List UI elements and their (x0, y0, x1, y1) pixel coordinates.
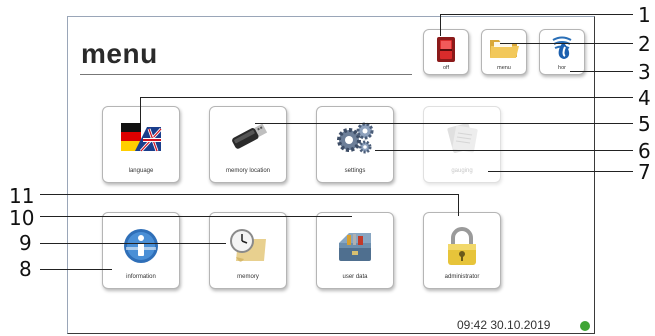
callout-6: 6 (638, 139, 651, 163)
info-icon (124, 229, 158, 263)
clock-scroll-icon (230, 229, 266, 262)
status-datetime: 09:42 30.10.2019 (457, 318, 551, 332)
information-label: information (126, 274, 156, 280)
callout-9: 9 (19, 231, 32, 255)
callout-5: 5 (638, 112, 651, 136)
power-switch-icon (437, 37, 455, 62)
callout-2: 2 (638, 32, 651, 56)
off-button[interactable]: off (423, 29, 469, 75)
memory-location-label: memory location (225, 168, 270, 174)
usb-stick-icon (232, 123, 268, 149)
callout-1-line (440, 14, 633, 15)
callout-4-line (140, 97, 633, 98)
toolbox-icon (339, 233, 371, 261)
callout-8: 8 (19, 257, 32, 281)
settings-tile[interactable]: settings (316, 106, 394, 183)
user-data-tile[interactable]: user data (316, 212, 394, 289)
language-label: language (128, 168, 154, 174)
callout-11-line (40, 194, 458, 195)
administrator-label: administrator (444, 274, 480, 280)
menu-button-label: menu (497, 65, 511, 71)
callout-3-line (570, 71, 633, 72)
title-divider (80, 74, 412, 75)
callout-10: 10 (9, 206, 35, 230)
folder-icon (490, 40, 519, 58)
user-data-label: user data (342, 274, 368, 280)
callout-1-leader (440, 14, 441, 36)
hor-button[interactable]: hor (539, 29, 585, 75)
callout-4-leader (140, 97, 141, 123)
callout-7-line (488, 171, 633, 172)
administrator-tile[interactable]: administrator (423, 212, 501, 289)
menu-button[interactable]: menu (481, 29, 527, 75)
callout-10-line (40, 216, 352, 217)
memory-label: memory (237, 274, 259, 280)
callout-2-line (500, 43, 633, 44)
memory-location-tile[interactable]: memory location (209, 106, 287, 183)
page-title: menu (81, 38, 158, 69)
callout-4: 4 (638, 86, 651, 110)
information-tile[interactable]: information (102, 212, 180, 289)
callout-11-leader (458, 194, 459, 216)
status-indicator (580, 321, 590, 331)
flag-icon (121, 123, 163, 153)
callout-9-line (40, 243, 226, 244)
settings-label: settings (344, 168, 366, 174)
callout-6-line (375, 150, 633, 151)
callout-5-line (255, 123, 633, 124)
padlock-icon (448, 227, 476, 265)
memory-tile[interactable]: memory (209, 212, 287, 289)
callout-8-line (40, 269, 112, 270)
off-button-label: off (442, 65, 449, 71)
language-tile[interactable]: language (102, 106, 180, 183)
water-drop-icon (552, 36, 572, 59)
callout-1: 1 (638, 3, 651, 27)
callout-11: 11 (9, 184, 35, 208)
callout-3: 3 (638, 60, 651, 84)
gears-icon (337, 122, 374, 154)
callout-7: 7 (638, 160, 651, 184)
